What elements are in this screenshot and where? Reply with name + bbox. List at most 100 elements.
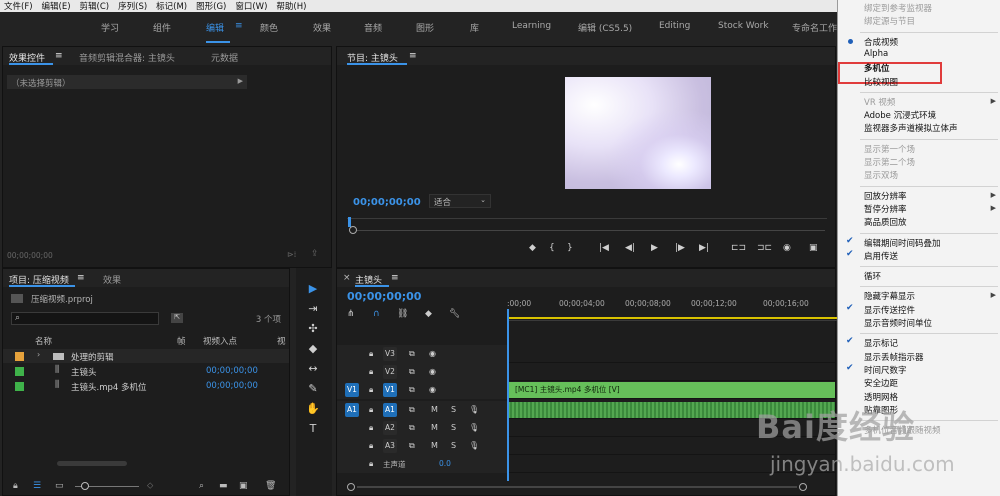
timeline-timecode[interactable]: 00;00;00;00 — [347, 290, 421, 303]
program-zoom-scrollbar[interactable] — [349, 230, 825, 231]
new-bin-icon[interactable]: ▬ — [219, 481, 228, 491]
lift-icon[interactable]: ⊏⊐ — [731, 243, 746, 253]
mute-button[interactable]: M — [431, 423, 438, 432]
workspace-tab-0[interactable]: 学习 — [101, 21, 119, 34]
selection-tool-icon[interactable]: ▶ — [305, 282, 321, 296]
menu-item-4[interactable]: 标记(M) — [156, 0, 187, 12]
new-item-icon[interactable]: ▣ — [239, 481, 248, 491]
context-menu-item[interactable]: Alpha — [864, 49, 888, 59]
context-menu-item[interactable]: 比较视图 — [864, 76, 898, 88]
zoom-level-select[interactable]: 适合 ⌄ — [429, 194, 491, 208]
export-icon[interactable]: ⇪ — [311, 249, 319, 259]
clip-selector[interactable]: （未选择剪辑） ▶ — [7, 75, 247, 89]
context-menu-item[interactable]: 高品质回放 — [864, 216, 907, 228]
eye-icon[interactable]: ◉ — [429, 385, 436, 394]
column-video-in-point[interactable]: 视频入点 — [203, 335, 237, 347]
context-menu-item[interactable]: 显示音频时间单位 — [864, 317, 932, 329]
nest-icon[interactable]: ⋔ — [347, 309, 355, 319]
mark-out-icon[interactable]: } — [567, 243, 573, 253]
find-icon[interactable]: ⌕ — [199, 481, 204, 491]
scrollbar-handle[interactable] — [349, 226, 357, 234]
multicam-icon[interactable]: ▣ — [809, 243, 818, 253]
workspace-tab-8[interactable]: Learning — [512, 21, 551, 31]
workspace-tab-9[interactable]: 编辑 (CS5.5) — [578, 21, 632, 34]
filter-icon[interactable]: ⊳⁞ — [287, 250, 296, 259]
solo-button[interactable]: S — [451, 405, 456, 414]
track-target-a2[interactable]: A2 — [383, 421, 397, 435]
context-menu-item[interactable]: 显示标记 — [864, 337, 898, 349]
track-target-v3[interactable]: V3 — [383, 347, 397, 361]
track-target-v2[interactable]: V2 — [383, 365, 397, 379]
project-menu-icon[interactable]: ≡ — [77, 273, 85, 283]
timeline-playhead[interactable] — [507, 309, 509, 481]
step-back-icon[interactable]: ◀| — [625, 243, 635, 253]
scrollbar-handle-start[interactable] — [347, 483, 355, 491]
work-area-bar[interactable] — [507, 317, 837, 319]
sync-lock-icon[interactable]: ⧉ — [409, 367, 415, 377]
lock-icon[interactable]: 🔒︎ — [369, 423, 373, 433]
workspace-tab-11[interactable]: Stock Work — [718, 21, 769, 31]
list-item[interactable]: ⫼ 主镜头.mp4 多机位 00;00;00;00 — [3, 379, 289, 393]
play-icon[interactable]: ▶ — [651, 243, 658, 253]
icon-view-icon[interactable]: ▭ — [55, 481, 64, 491]
step-forward-icon[interactable]: |▶ — [675, 243, 685, 253]
list-item[interactable]: ⫼ 主镜头 00;00;00;00 — [3, 364, 289, 378]
sync-lock-icon[interactable]: ⧉ — [409, 423, 415, 433]
workspace-tab-1[interactable]: 组件 — [153, 21, 171, 34]
eye-icon[interactable]: ◉ — [429, 367, 436, 376]
microphone-icon[interactable]: 🎙︎ — [469, 405, 479, 414]
mark-in-icon[interactable]: { — [549, 243, 555, 253]
close-icon[interactable]: × — [343, 273, 351, 283]
workspace-tab-10[interactable]: Editing — [659, 21, 690, 31]
track-target-a1[interactable]: A1 — [383, 403, 397, 417]
workspace-menu-icon[interactable]: ≡ — [235, 21, 243, 31]
solo-button[interactable]: S — [451, 441, 456, 450]
context-menu-item[interactable]: 循环 — [864, 270, 881, 282]
track-select-tool-icon[interactable]: ⇥ — [305, 302, 321, 316]
project-search-input[interactable]: ⌕ — [11, 312, 159, 325]
project-horizontal-scrollbar[interactable] — [57, 461, 127, 466]
lock-icon[interactable]: 🔒︎ — [369, 385, 373, 395]
context-menu-item[interactable]: Adobe 沉浸式环境 — [864, 109, 936, 121]
context-menu-item[interactable]: 显示传送控件 — [864, 304, 915, 316]
context-menu-item[interactable]: 显示丢帧指示器 — [864, 351, 924, 363]
workspace-tab-6[interactable]: 图形 — [416, 21, 434, 34]
workspace-tab-3[interactable]: 颜色 — [260, 21, 278, 34]
add-marker-icon[interactable]: ◆ — [425, 309, 432, 319]
workspace-tab-4[interactable]: 效果 — [313, 21, 331, 34]
settings-wrench-icon[interactable]: 🔧︎ — [449, 309, 460, 319]
lock-icon[interactable]: 🔒︎ — [369, 459, 373, 469]
source-patch-a1[interactable]: A1 — [345, 403, 359, 417]
track-target-v1[interactable]: V1 — [383, 383, 397, 397]
sync-lock-icon[interactable]: ⧉ — [409, 349, 415, 359]
trash-icon[interactable]: 🗑︎ — [265, 481, 276, 491]
scrollbar-track[interactable] — [357, 486, 797, 488]
mute-button[interactable]: M — [431, 441, 438, 450]
hand-tool-icon[interactable]: ✋ — [305, 402, 321, 416]
list-item[interactable]: › 处理的剪辑 — [3, 349, 289, 363]
video-frame[interactable] — [565, 77, 711, 189]
microphone-icon[interactable]: 🎙︎ — [469, 423, 479, 432]
context-menu-item[interactable]: 合成视频 — [864, 36, 898, 48]
eye-icon[interactable]: ◉ — [429, 349, 436, 358]
menu-item-7[interactable]: 帮助(H) — [276, 0, 306, 12]
snap-icon[interactable]: ∩ — [373, 309, 380, 319]
list-view-icon[interactable]: ☰ — [33, 481, 41, 491]
menu-item-6[interactable]: 窗口(W) — [235, 0, 267, 12]
sync-lock-icon[interactable]: ⧉ — [409, 441, 415, 451]
pen-tool-icon[interactable]: ✎ — [305, 382, 321, 396]
program-menu-icon[interactable]: ≡ — [409, 51, 417, 61]
workspace-tab-5[interactable]: 音频 — [364, 21, 382, 34]
workspace-tab-2[interactable]: 编辑 — [206, 21, 224, 34]
go-to-in-icon[interactable]: |◀ — [599, 243, 609, 253]
zoom-slider-handle[interactable] — [81, 482, 89, 490]
context-menu-item[interactable]: 回放分辨率 — [864, 190, 907, 202]
context-menu-item[interactable]: 暂停分辨率 — [864, 203, 907, 215]
mute-button[interactable]: M — [431, 405, 438, 414]
master-volume-value[interactable]: 0.0 — [439, 459, 451, 468]
add-marker-icon[interactable]: ◆ — [529, 243, 536, 253]
context-menu-item[interactable]: 安全边距 — [864, 377, 898, 389]
menu-item-1[interactable]: 编辑(E) — [42, 0, 71, 12]
lock-icon[interactable]: 🔒︎ — [369, 405, 373, 415]
menu-item-5[interactable]: 图形(G) — [196, 0, 226, 12]
